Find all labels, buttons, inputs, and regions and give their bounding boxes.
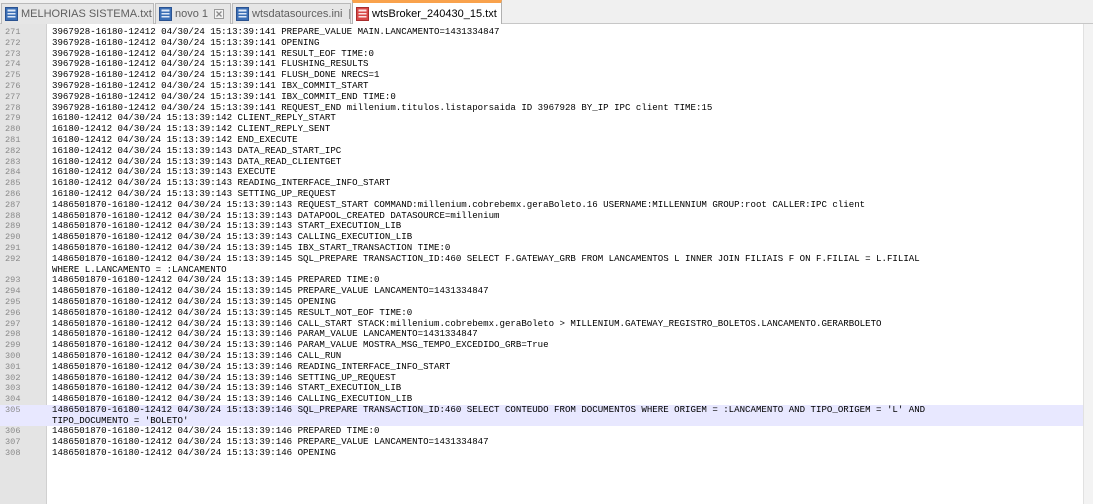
- line-number: 284: [5, 167, 21, 178]
- line-text: 3967928-16180-12412 04/30/24 15:13:39:14…: [52, 90, 396, 102]
- line-number: 274: [5, 59, 21, 70]
- code-line[interactable]: 308 1486501870-16180-12412 04/30/24 15:13…: [0, 447, 1083, 459]
- line-number: 275: [5, 70, 21, 81]
- line-number: 297: [5, 318, 21, 329]
- tab-label: wtsdatasources.ini: [252, 8, 343, 20]
- line-number: 282: [5, 145, 21, 156]
- line-text: 1486501870-16180-12412 04/30/24 15:13:39…: [52, 447, 336, 459]
- line-number: 288: [5, 210, 21, 221]
- tab-label: wtsBroker_240430_15.txt: [372, 8, 497, 20]
- code-line[interactable]: 282 16180-12412 04/30/24 15:13:39:143 DAT…: [0, 144, 1083, 157]
- tab-bar: MELHORIAS SISTEMA.txt novo 1 wtsdatasour…: [0, 0, 1093, 25]
- line-number: 277: [5, 91, 21, 102]
- saved-file-icon: [236, 7, 249, 21]
- code-line[interactable]: 292 1486501870-16180-12412 04/30/24 15:13…: [0, 252, 1083, 265]
- line-number: 283: [5, 156, 21, 167]
- close-icon[interactable]: [214, 9, 225, 19]
- line-number: 286: [5, 188, 21, 199]
- line-number: 289: [5, 221, 21, 232]
- tab-wtsdatasources[interactable]: wtsdatasources.ini: [232, 3, 351, 24]
- line-number: 302: [5, 372, 21, 383]
- saved-file-icon: [159, 7, 172, 21]
- line-number: 301: [5, 361, 21, 372]
- line-number: 295: [5, 296, 21, 307]
- line-number: 272: [5, 37, 21, 48]
- line-number: 292: [5, 253, 21, 264]
- tab-label: novo 1: [175, 8, 209, 20]
- line-number: 281: [5, 134, 21, 145]
- saved-file-icon: [5, 7, 18, 21]
- vertical-scrollbar[interactable]: [1083, 24, 1093, 504]
- line-number: 298: [5, 329, 21, 340]
- line-number: 304: [5, 394, 21, 405]
- line-text: 1486501870-16180-12412 04/30/24 15:13:39…: [52, 360, 451, 372]
- line-number: 278: [5, 102, 21, 113]
- tab-novo-1[interactable]: novo 1: [155, 3, 231, 24]
- line-number: 299: [5, 340, 21, 351]
- line-text: 1486501870-16180-12412 04/30/24 15:13:39…: [52, 198, 866, 210]
- line-number: 300: [5, 350, 21, 361]
- code-line[interactable]: 272 3967928-16180-12412 04/30/24 15:13:39…: [0, 36, 1083, 49]
- line-number: 276: [5, 80, 21, 91]
- line-number: 296: [5, 307, 21, 318]
- code-line[interactable]: 296 1486501870-16180-12412 04/30/24 15:13…: [0, 306, 1083, 319]
- line-number: 303: [5, 383, 21, 394]
- editor-lines: 271 3967928-16180-12412 04/30/24 15:13:39…: [0, 26, 1083, 459]
- code-line[interactable]: 277 3967928-16180-12412 04/30/24 15:13:39…: [0, 90, 1083, 103]
- line-number: 293: [5, 275, 21, 286]
- line-number: 290: [5, 232, 21, 243]
- close-icon[interactable]: [348, 9, 350, 19]
- line-number: 307: [5, 437, 21, 448]
- line-number: 279: [5, 113, 21, 124]
- line-number: 285: [5, 178, 21, 189]
- line-text: 3967928-16180-12412 04/30/24 15:13:39:14…: [52, 36, 320, 48]
- code-line[interactable]: 301 1486501870-16180-12412 04/30/24 15:13…: [0, 360, 1083, 373]
- text-editor[interactable]: 271 3967928-16180-12412 04/30/24 15:13:39…: [0, 24, 1083, 504]
- line-number: 291: [5, 242, 21, 253]
- tab-label: MELHORIAS SISTEMA.txt: [21, 8, 152, 20]
- line-number: 273: [5, 48, 21, 59]
- line-number: 271: [5, 27, 21, 37]
- unsaved-file-icon: [356, 7, 369, 21]
- line-number: 287: [5, 199, 21, 210]
- line-number: 308: [5, 448, 21, 459]
- tab-melhorias-sistema[interactable]: MELHORIAS SISTEMA.txt: [1, 3, 154, 24]
- line-text: 1486501870-16180-12412 04/30/24 15:13:39…: [52, 306, 413, 318]
- code-line[interactable]: 287 1486501870-16180-12412 04/30/24 15:13…: [0, 198, 1083, 211]
- line-text: 16180-12412 04/30/24 15:13:39:143 DATA_R…: [52, 144, 342, 156]
- line-text: 1486501870-16180-12412 04/30/24 15:13:39…: [52, 252, 920, 264]
- line-number: 305: [5, 404, 21, 415]
- tab-wtsbroker[interactable]: wtsBroker_240430_15.txt: [352, 0, 502, 25]
- line-number: 294: [5, 286, 21, 297]
- line-number: 306: [5, 426, 21, 437]
- line-number: 280: [5, 124, 21, 135]
